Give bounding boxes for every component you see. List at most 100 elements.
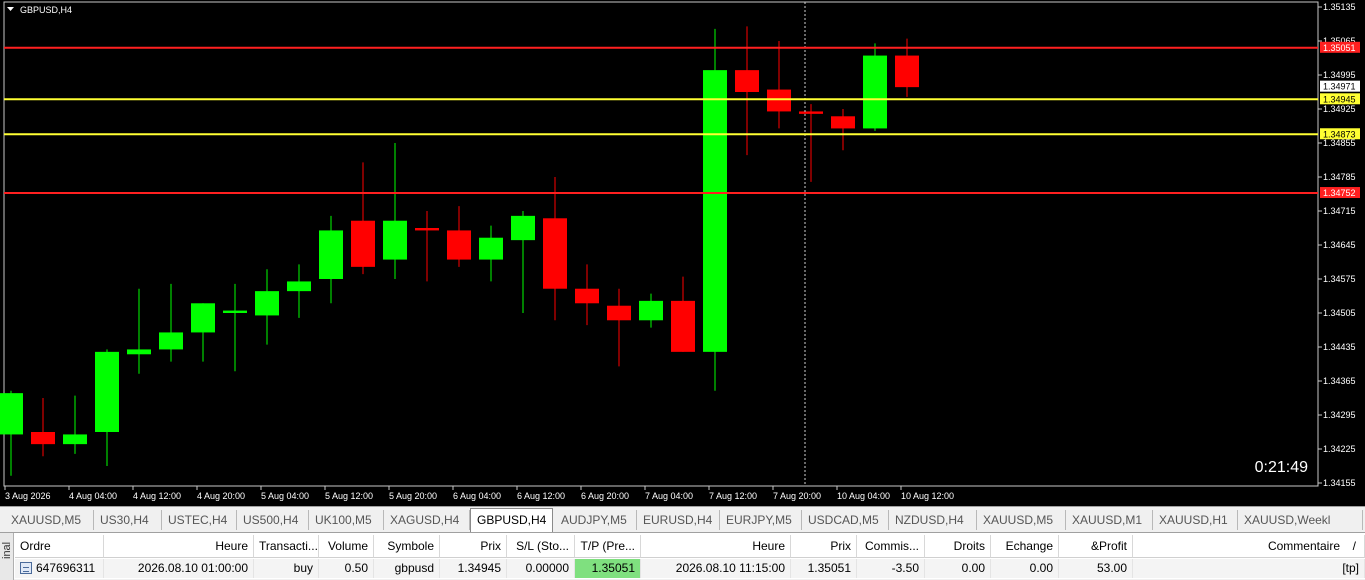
chart-tab[interactable]: XAUUSD,M1 xyxy=(1066,510,1153,530)
col-header-close-price[interactable]: Prix xyxy=(791,535,857,558)
time-axis-label: 10 Aug 12:00 xyxy=(901,491,954,501)
price-tick-label: 1.34855 xyxy=(1323,138,1356,148)
time-axis-label: 7 Aug 20:00 xyxy=(773,491,821,501)
chart-canvas[interactable]: GBPUSD,H4 1.351351.350651.349951.349251.3… xyxy=(0,0,1365,506)
candle-body xyxy=(223,310,247,313)
col-header-taxes[interactable]: Droits xyxy=(925,535,991,558)
price-tick-label: 1.34505 xyxy=(1323,308,1356,318)
chart-tab[interactable]: AUDJPY,M5 xyxy=(555,510,637,530)
candle-body xyxy=(95,351,119,432)
cell-symbol: gbpusd xyxy=(374,559,440,578)
candle-body xyxy=(127,349,151,355)
bar-countdown-timer: 0:21:49 xyxy=(1255,459,1308,476)
chart-title: GBPUSD,H4 xyxy=(20,5,72,15)
order-history-icon xyxy=(20,562,32,574)
level-price-label: 1.34873 xyxy=(1323,129,1356,139)
chart-tab[interactable]: US30,H4 xyxy=(94,510,162,530)
time-axis-label: 4 Aug 20:00 xyxy=(197,491,245,501)
cell-volume: 0.50 xyxy=(319,559,374,578)
time-axis-label: 4 Aug 12:00 xyxy=(133,491,181,501)
time-axis-label: 4 Aug 04:00 xyxy=(69,491,117,501)
col-header-sl[interactable]: S/L (Sto... xyxy=(507,535,575,558)
candle-body xyxy=(543,218,567,289)
candle-body xyxy=(287,281,311,292)
cell-close-price: 1.35051 xyxy=(791,559,857,578)
time-axis-label: 6 Aug 12:00 xyxy=(517,491,565,501)
chart-tab[interactable]: USDCAD,M5 xyxy=(802,510,889,530)
price-tick-label: 1.34435 xyxy=(1323,342,1356,352)
price-tick-label: 1.34155 xyxy=(1323,478,1356,488)
candle-body xyxy=(415,228,439,231)
cell-price: 1.34945 xyxy=(440,559,507,578)
chart-tab[interactable]: XAUUSD,M5 xyxy=(5,510,94,530)
chart-tab[interactable]: US500,H4 xyxy=(237,510,309,530)
level-price-label: 1.34752 xyxy=(1323,188,1356,198)
candle-body xyxy=(639,300,663,321)
time-axis-label: 5 Aug 12:00 xyxy=(325,491,373,501)
level-price-label: 1.34945 xyxy=(1323,94,1356,104)
col-header-commission[interactable]: Commis... xyxy=(857,535,925,558)
price-tick-label: 1.34925 xyxy=(1323,104,1356,114)
candle-body xyxy=(831,116,855,129)
candle-body xyxy=(31,432,55,445)
chart-tab[interactable]: NZDUSD,H4 xyxy=(889,510,977,530)
cell-taxes: 0.00 xyxy=(925,559,991,578)
candle-body xyxy=(191,303,215,333)
chart-tab[interactable]: GBPUSD,H4 xyxy=(470,508,553,532)
chart-tab[interactable]: EURUSD,H4 xyxy=(637,510,720,530)
candle-body xyxy=(607,305,631,321)
time-axis-label: 6 Aug 20:00 xyxy=(581,491,629,501)
chart-menu-triangle-icon xyxy=(7,7,14,11)
chart-tabs-bar: XAUUSD,M5 US30,H4 USTEC,H4 US500,H4 UK100,M5… xyxy=(0,506,1365,532)
price-chart[interactable]: GBPUSD,H4 1.35135 1.35065 1.34995 1.34925 1.3… xyxy=(0,0,1365,506)
sort-arrow-icon: / xyxy=(1352,539,1356,553)
cell-comment: [tp] xyxy=(1133,559,1365,578)
cell-profit: 53.00 xyxy=(1059,559,1133,578)
candle-body xyxy=(63,434,87,445)
time-axis-label: 3 Aug 2026 xyxy=(5,491,51,501)
col-header-order[interactable]: Ordre xyxy=(15,535,104,558)
col-header-swap[interactable]: Echange xyxy=(991,535,1059,558)
candle-body xyxy=(351,220,375,267)
price-tick-label: 1.34645 xyxy=(1323,240,1356,250)
col-header-symbol[interactable]: Symbole xyxy=(374,535,440,558)
time-axis-label: 6 Aug 04:00 xyxy=(453,491,501,501)
candle-body xyxy=(0,393,23,435)
price-tick-label: 1.34575 xyxy=(1323,274,1356,284)
chart-tab[interactable]: XAUUSD,M5 xyxy=(977,510,1066,530)
price-tick-label: 1.34785 xyxy=(1323,172,1356,182)
order-number: 647696311 xyxy=(36,561,96,575)
candle-body xyxy=(863,55,887,129)
col-header-tp[interactable]: T/P (Pre... xyxy=(575,535,641,558)
level-price-label: 1.35051 xyxy=(1323,43,1356,53)
terminal-side-text: inal xyxy=(1,541,13,559)
col-header-comment[interactable]: Commentaire / xyxy=(1133,535,1365,558)
time-axis-label: 7 Aug 12:00 xyxy=(709,491,757,501)
candle-body xyxy=(255,291,279,316)
candle-body xyxy=(895,55,919,88)
terminal-side-label: inal xyxy=(0,533,14,580)
time-axis-label: 5 Aug 20:00 xyxy=(389,491,437,501)
col-header-time[interactable]: Heure xyxy=(104,535,254,558)
chart-tab[interactable]: XAGUSD,H4 xyxy=(384,510,470,530)
col-header-type[interactable]: Transacti... xyxy=(254,535,319,558)
chart-tab[interactable]: USTEC,H4 xyxy=(162,510,237,530)
col-header-price[interactable]: Prix xyxy=(440,535,507,558)
price-tick-label: 1.34225 xyxy=(1323,444,1356,454)
price-tick-label: 1.34995 xyxy=(1323,70,1356,80)
col-header-close-time[interactable]: Heure xyxy=(641,535,791,558)
candle-body xyxy=(479,237,503,260)
plot-frame xyxy=(3,1,1319,487)
bid-price-label: 1.34971 xyxy=(1323,82,1356,92)
candle-body xyxy=(767,89,791,112)
chart-tab[interactable]: UK100,M5 xyxy=(309,510,384,530)
chart-tab[interactable]: XAUUSD,H1 xyxy=(1153,510,1238,530)
chart-tab[interactable]: XAUUSD,Weekl xyxy=(1238,510,1363,530)
price-tick-label: 1.35135 xyxy=(1323,2,1356,12)
candle-body xyxy=(159,332,183,350)
candle-body xyxy=(447,230,471,260)
col-header-volume[interactable]: Volume xyxy=(319,535,374,558)
col-header-profit[interactable]: &Profit xyxy=(1059,535,1133,558)
chart-tab[interactable]: EURJPY,M5 xyxy=(720,510,802,530)
time-axis-label: 5 Aug 04:00 xyxy=(261,491,309,501)
